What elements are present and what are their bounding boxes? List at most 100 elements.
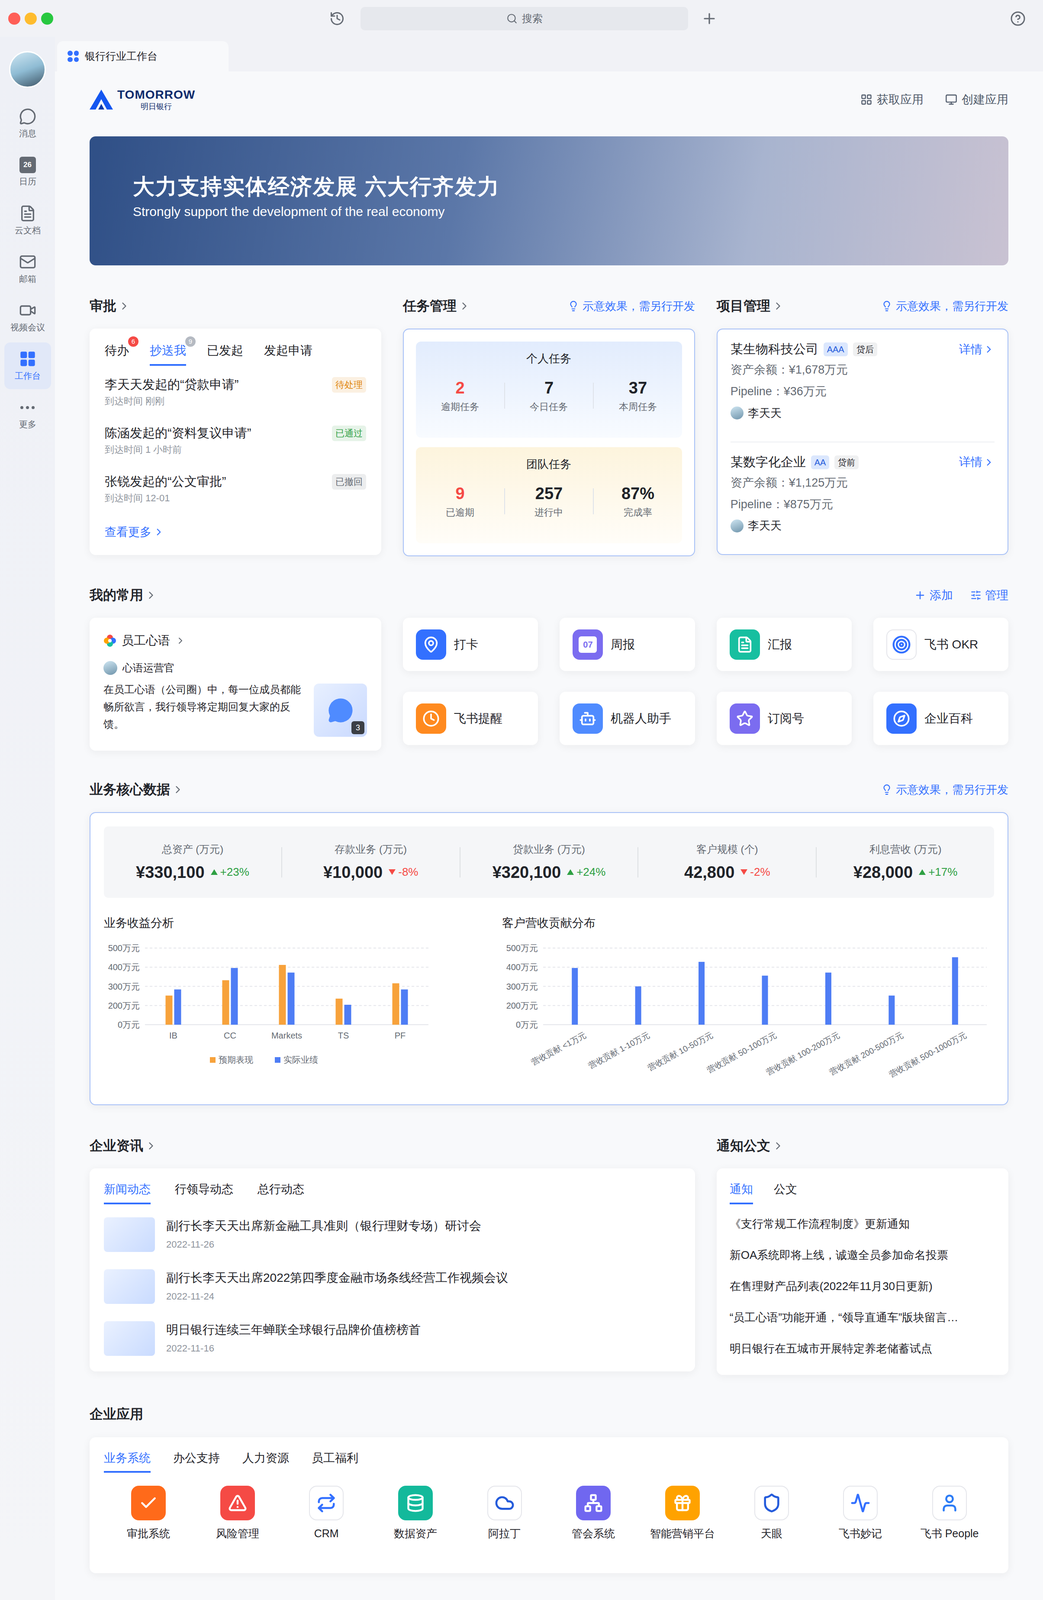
bar[interactable] bbox=[635, 986, 642, 1025]
tab[interactable]: 业务系统 bbox=[103, 1448, 151, 1473]
bar[interactable] bbox=[231, 967, 239, 1025]
approval-item[interactable]: 张锐发起的“公文审批”到达时间 12-01已撤回 bbox=[104, 473, 367, 522]
header-action[interactable]: 获取应用 bbox=[860, 90, 924, 109]
bar[interactable] bbox=[222, 979, 230, 1025]
tab[interactable]: 人力资源 bbox=[242, 1448, 290, 1473]
sidebar-item[interactable]: 视频会议 bbox=[4, 293, 52, 341]
close-button[interactable] bbox=[8, 12, 21, 25]
sidebar-item[interactable]: 工作台 bbox=[4, 342, 52, 390]
bar[interactable] bbox=[888, 995, 895, 1025]
feed-card[interactable]: 员工心语心语运营官在员工心语（公司圈）中，每一位成员都能畅所欲言，我行领导将定期… bbox=[89, 617, 382, 751]
approval-tab[interactable]: 抄送我9 bbox=[149, 341, 187, 366]
news-item[interactable]: 副行长李天天出席2022第四季度金融市场条线经营工作视频会议2022-11-24 bbox=[103, 1268, 681, 1304]
view-more-link[interactable]: 查看更多 bbox=[104, 523, 367, 541]
favorite-app[interactable]: 07周报 bbox=[559, 617, 695, 671]
favorite-app[interactable]: 订阅号 bbox=[716, 691, 852, 745]
manage-button[interactable]: 管理 bbox=[970, 586, 1009, 605]
favorite-app[interactable]: 企业百科 bbox=[873, 691, 1009, 745]
tab[interactable]: 办公支持 bbox=[173, 1448, 220, 1473]
detail-link[interactable]: 详情 bbox=[959, 453, 995, 471]
sidebar-item[interactable]: 邮箱 bbox=[4, 245, 52, 293]
favorite-app[interactable]: 汇报 bbox=[716, 617, 852, 671]
favorite-app[interactable]: 机器人助手 bbox=[559, 691, 695, 745]
kpi[interactable]: 贷款业务 (万元)¥320,100+24% bbox=[460, 842, 638, 883]
enterprise-app[interactable]: CRM bbox=[281, 1485, 371, 1540]
favorite-app[interactable]: 飞书 OKR bbox=[873, 617, 1009, 671]
approval-item[interactable]: 陈涵发起的“资料复议申请”到达时间 1 小时前已通过 bbox=[104, 424, 367, 474]
bar[interactable] bbox=[344, 1004, 352, 1025]
section-title[interactable]: 审批 bbox=[89, 296, 131, 317]
bar[interactable] bbox=[287, 972, 295, 1025]
task-group[interactable]: 团队任务9已逾期257进行中87%完成率 bbox=[415, 447, 682, 544]
project-item[interactable]: 某生物科技公司AAA贷后详情资产余额：¥1,678万元Pipeline：¥36万… bbox=[730, 329, 995, 442]
approval-tab[interactable]: 已发起 bbox=[206, 341, 244, 366]
tab[interactable]: 新闻动态 bbox=[103, 1180, 151, 1204]
bar[interactable] bbox=[174, 989, 182, 1025]
enterprise-app[interactable]: 风险管理 bbox=[193, 1485, 283, 1540]
sidebar-item[interactable]: 消息 bbox=[4, 99, 52, 147]
tab[interactable]: 通知 bbox=[729, 1180, 754, 1204]
add-button[interactable]: 添加 bbox=[914, 586, 953, 605]
enterprise-app[interactable]: 阿拉丁 bbox=[460, 1485, 550, 1540]
notice-item[interactable]: 在售理财产品列表(2022年11月30日更新) bbox=[729, 1270, 996, 1302]
detail-link[interactable]: 详情 bbox=[959, 340, 995, 359]
task-group[interactable]: 个人任务2逾期任务7今日任务37本周任务 bbox=[415, 341, 682, 438]
enterprise-app[interactable]: 管会系统 bbox=[548, 1485, 638, 1540]
kpi[interactable]: 利息营收 (万元)¥28,000+17% bbox=[816, 842, 995, 883]
help-icon[interactable] bbox=[1010, 10, 1026, 27]
sidebar-item[interactable]: 26日历 bbox=[4, 148, 52, 196]
approval-item[interactable]: 李天天发起的“贷款申请”到达时间 刚刚待处理 bbox=[104, 376, 367, 425]
bar[interactable] bbox=[762, 975, 769, 1025]
kpi[interactable]: 存款业务 (万元)¥10,000-8% bbox=[282, 842, 460, 883]
tab[interactable]: 员工福利 bbox=[311, 1448, 359, 1473]
enterprise-app[interactable]: 智能营销平台 bbox=[637, 1485, 728, 1540]
tab[interactable]: 总行动态 bbox=[257, 1180, 305, 1204]
section-title[interactable]: 通知公文 bbox=[716, 1135, 785, 1156]
header-action[interactable]: 创建应用 bbox=[945, 90, 1009, 109]
banner[interactable]: 大力支持实体经济发展 六大行齐发力Strongly support the de… bbox=[89, 136, 1009, 266]
bar[interactable] bbox=[571, 967, 578, 1025]
bar[interactable] bbox=[335, 998, 343, 1025]
news-item[interactable]: 副行长李天天出席新金融工具准则（银行理财专场）研讨会2022-11-26 bbox=[103, 1216, 681, 1252]
tab[interactable]: 银行行业工作台 bbox=[57, 41, 229, 72]
notice-item[interactable]: 新OA系统即将上线，诚邀全员参加命名投票 bbox=[729, 1239, 996, 1271]
feed-image[interactable]: 3 bbox=[313, 683, 367, 737]
favorite-app[interactable]: 飞书提醒 bbox=[402, 691, 538, 745]
notice-item[interactable]: “员工心语”功能开通，“领导直通车”版块留言… bbox=[729, 1301, 996, 1333]
project-item[interactable]: 某数字化企业AA贷前详情资产余额：¥1,125万元Pipeline：¥875万元… bbox=[730, 441, 995, 555]
sidebar-item[interactable]: 更多 bbox=[4, 390, 52, 438]
enterprise-app[interactable]: 飞书妙记 bbox=[816, 1485, 906, 1540]
enterprise-app[interactable]: 飞书 People bbox=[904, 1485, 995, 1540]
approval-tab[interactable]: 待办6 bbox=[104, 341, 129, 366]
bar[interactable] bbox=[825, 972, 832, 1025]
section-title[interactable]: 我的常用 bbox=[89, 585, 158, 606]
bar[interactable] bbox=[401, 989, 409, 1025]
minimize-button[interactable] bbox=[24, 12, 37, 25]
enterprise-app[interactable]: 审批系统 bbox=[103, 1485, 194, 1540]
enterprise-app[interactable]: 天眼 bbox=[727, 1485, 817, 1540]
user-avatar[interactable] bbox=[9, 51, 46, 88]
bar[interactable] bbox=[698, 961, 705, 1025]
news-item[interactable]: 明日银行连续三年蝉联全球银行品牌价值榜榜首2022-11-16 bbox=[103, 1320, 681, 1356]
sidebar-item[interactable]: 云文档 bbox=[4, 196, 52, 244]
bar[interactable] bbox=[952, 956, 959, 1025]
bar[interactable] bbox=[392, 982, 400, 1025]
zoom-button[interactable] bbox=[41, 12, 54, 25]
bar[interactable] bbox=[279, 964, 287, 1025]
kpi[interactable]: 总资产 (万元)¥330,100+23% bbox=[103, 842, 282, 883]
kpi[interactable]: 客户规模 (个)42,800-2% bbox=[638, 842, 816, 883]
notice-item[interactable]: 明日银行在五城市开展特定养老储蓄试点 bbox=[729, 1332, 996, 1365]
approval-tab[interactable]: 发起申请 bbox=[263, 341, 313, 366]
tab[interactable]: 行领导动态 bbox=[174, 1180, 234, 1204]
history-icon[interactable] bbox=[329, 10, 345, 27]
enterprise-app[interactable]: 数据资产 bbox=[370, 1485, 461, 1540]
section-title[interactable]: 项目管理 bbox=[716, 296, 785, 317]
plus-icon[interactable] bbox=[701, 10, 718, 27]
search-field[interactable]: 搜索 bbox=[360, 6, 689, 31]
section-title[interactable]: 任务管理 bbox=[402, 296, 471, 317]
bar[interactable] bbox=[165, 995, 173, 1025]
section-title[interactable]: 企业资讯 bbox=[89, 1135, 158, 1156]
tab[interactable]: 公文 bbox=[773, 1180, 798, 1204]
section-title[interactable]: 业务核心数据 bbox=[89, 779, 184, 800]
favorite-app[interactable]: 打卡 bbox=[402, 617, 538, 671]
